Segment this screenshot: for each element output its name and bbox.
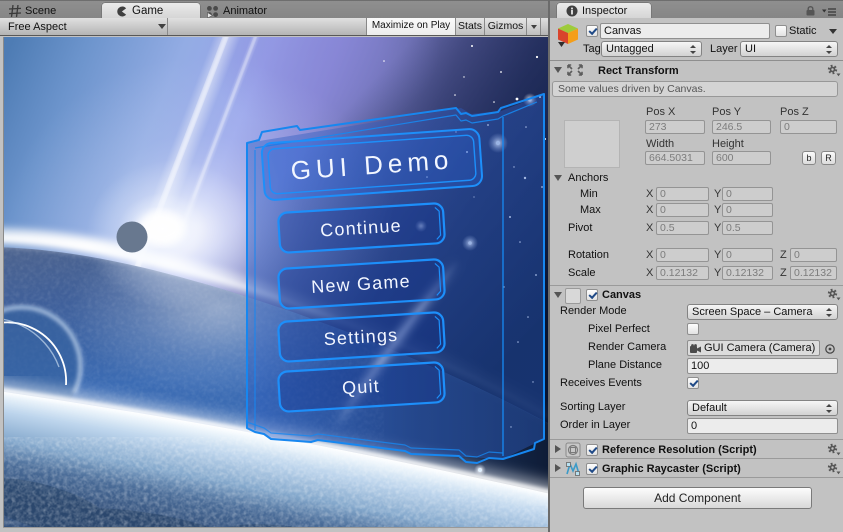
svg-text:Quit: Quit [342,376,381,398]
